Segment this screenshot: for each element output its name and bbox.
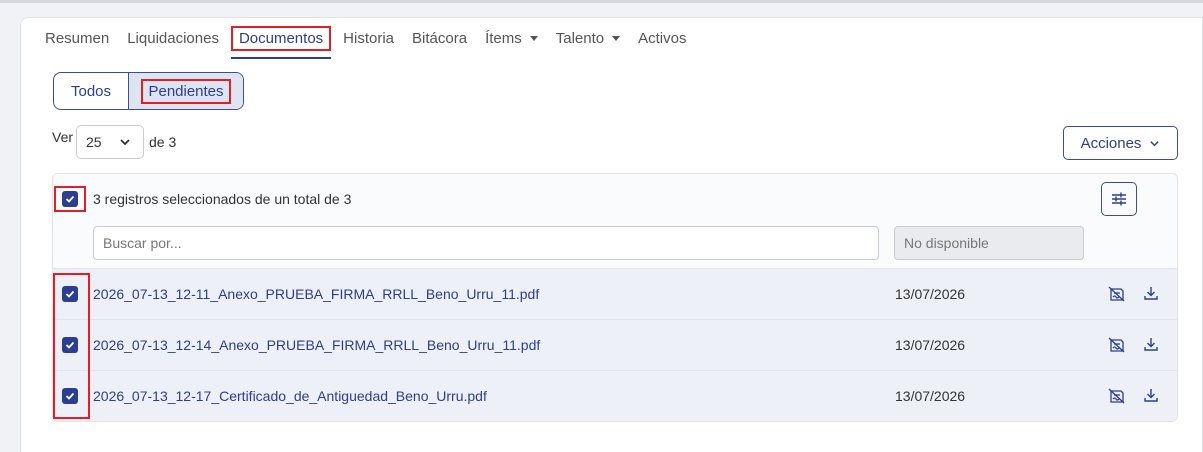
tab-bitacora[interactable]: Bitácora (412, 18, 467, 58)
filter-todos-button[interactable]: Todos (54, 73, 129, 109)
tab-activos[interactable]: Activos (638, 18, 686, 58)
file-link[interactable]: 2026_07-13_12-11_Anexo_PRUEBA_FIRMA_RRLL… (93, 286, 539, 302)
check-icon (65, 341, 75, 349)
select-all-checkbox[interactable] (62, 191, 78, 207)
sign-document-icon[interactable] (1108, 336, 1126, 359)
file-date: 13/07/2026 (895, 286, 966, 302)
caret-down-icon (529, 35, 538, 41)
tab-liquidaciones[interactable]: Liquidaciones (127, 18, 219, 58)
download-icon[interactable] (1143, 285, 1159, 306)
top-border (0, 0, 1203, 3)
chevron-down-icon (120, 139, 130, 146)
table-row: 2026_07-13_12-14_Anexo_PRUEBA_FIRMA_RRLL… (53, 320, 1177, 371)
check-icon (65, 392, 75, 400)
select-all-highlight (54, 186, 86, 212)
page-size-select[interactable]: 25 (76, 125, 144, 159)
tab-bar: Resumen Liquidaciones Documentos Histori… (45, 18, 704, 59)
table-row: 2026_07-13_12-11_Anexo_PRUEBA_FIRMA_RRLL… (53, 269, 1177, 320)
download-icon[interactable] (1143, 336, 1159, 357)
selection-summary: 3 registros seleccionados de un total de… (93, 191, 352, 207)
table-row: 2026_07-13_12-17_Certificado_de_Antigued… (53, 371, 1177, 421)
page-count: de 3 (149, 134, 177, 150)
sign-document-icon[interactable] (1108, 387, 1126, 410)
table-header: 3 registros seleccionados de un total de… (53, 174, 1177, 269)
row-checkbox[interactable] (62, 337, 78, 353)
download-icon[interactable] (1143, 387, 1159, 408)
file-date: 13/07/2026 (895, 388, 966, 404)
acciones-button[interactable]: Acciones (1063, 126, 1178, 160)
documents-table: 3 registros seleccionados de un total de… (52, 173, 1178, 422)
file-link[interactable]: 2026_07-13_12-14_Anexo_PRUEBA_FIRMA_RRLL… (93, 337, 540, 353)
sign-document-icon[interactable] (1108, 285, 1126, 308)
file-link[interactable]: 2026_07-13_12-17_Certificado_de_Antigued… (93, 388, 487, 404)
tab-documentos[interactable]: Documentos (230, 18, 332, 59)
row-checkbox[interactable] (62, 388, 78, 404)
date-filter-disabled: No disponible (894, 226, 1084, 260)
search-input[interactable] (93, 226, 879, 260)
file-date: 13/07/2026 (895, 337, 966, 353)
sliders-icon (1112, 192, 1126, 206)
tab-resumen[interactable]: Resumen (45, 18, 109, 58)
documents-card: Resumen Liquidaciones Documentos Histori… (20, 17, 1203, 452)
page-size-label: Ver (52, 129, 74, 145)
check-icon (65, 195, 75, 203)
tab-talento[interactable]: Talento (556, 18, 621, 58)
filter-pendientes-button[interactable]: Pendientes (129, 73, 243, 109)
tab-historia[interactable]: Historia (343, 18, 394, 58)
row-checkbox[interactable] (62, 286, 78, 302)
chevron-down-icon (1150, 140, 1160, 146)
check-icon (65, 290, 75, 298)
caret-down-icon (612, 35, 621, 41)
column-filter-button[interactable] (1101, 182, 1137, 216)
tab-items[interactable]: Ítems (485, 18, 538, 58)
status-filter-toggle: Todos Pendientes (53, 72, 244, 110)
